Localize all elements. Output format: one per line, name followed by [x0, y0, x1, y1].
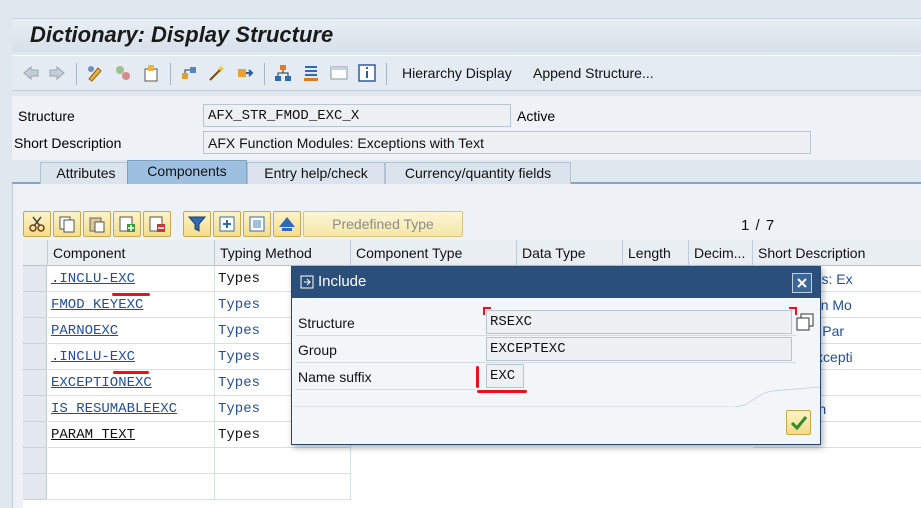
dialog-title: Include [318, 273, 367, 290]
dialog-structure-label: Structure [298, 315, 355, 331]
delete-row-icon [149, 216, 165, 232]
short-description-field[interactable]: AFX Function Modules: Exceptions with Te… [203, 131, 811, 154]
column-header-typing-method[interactable]: Typing Method [215, 240, 351, 266]
annotation-underline [113, 371, 149, 374]
paste-icon [89, 217, 105, 233]
paste-button[interactable] [83, 211, 111, 237]
dialog-title-bar: Include [292, 267, 820, 298]
structure-label: Structure [18, 108, 75, 124]
row-selector[interactable] [23, 266, 47, 292]
collapse-icon [249, 216, 265, 232]
annotation-corner [483, 307, 491, 315]
divider [296, 335, 796, 336]
table-cell-empty[interactable] [48, 474, 215, 500]
dialog-structure-field[interactable]: RSEXC [486, 310, 792, 334]
structure-field[interactable]: AFX_STR_FMOD_EXC_X [203, 104, 511, 127]
forward-arrow-icon[interactable] [48, 64, 66, 82]
application-toolbar: Hierarchy Display Append Structure... [12, 55, 921, 91]
pager: 1 / 7 [741, 217, 775, 234]
info-icon[interactable] [358, 64, 376, 82]
tab-attributes[interactable]: Attributes [40, 162, 132, 184]
filter-icon [188, 216, 206, 232]
table-cell-component[interactable]: IS_RESUMABLEEXC [48, 396, 215, 422]
annotation-underline [112, 293, 150, 296]
table-cell-empty[interactable] [48, 448, 215, 474]
append-structure-button[interactable]: Append Structure... [533, 65, 654, 81]
table-cell-component[interactable]: .INCLU-EXC [48, 266, 215, 292]
delete-row-button[interactable] [143, 211, 171, 237]
annotation-bracket [476, 366, 479, 388]
copy-button[interactable] [53, 211, 81, 237]
cut-button[interactable] [23, 211, 51, 237]
row-selector[interactable] [23, 422, 47, 448]
table-cell-component[interactable]: PARNOEXC [48, 318, 215, 344]
dialog-window-icon [300, 275, 314, 289]
close-icon [797, 278, 807, 288]
back-arrow-icon[interactable] [22, 64, 40, 82]
include-dialog: Include Structure RSEXC Group EXCEPTEXC … [291, 266, 821, 445]
other-object-icon[interactable] [208, 64, 226, 82]
column-header-component[interactable]: Component [48, 240, 215, 266]
select-all-header[interactable] [23, 240, 48, 266]
status-text: Active [517, 108, 556, 124]
collapse-button[interactable] [243, 211, 271, 237]
list-icon[interactable] [302, 64, 320, 82]
column-header-decimals[interactable]: Decim... [689, 240, 753, 266]
activate-icon[interactable] [180, 64, 198, 82]
header-form: Structure AFX_STR_FMOD_EXC_X Active Shor… [12, 96, 921, 160]
dialog-group-label: Group [298, 342, 337, 358]
dialog-separator-curve [292, 386, 820, 407]
pager-current: 1 [741, 217, 751, 234]
column-header-data-type[interactable]: Data Type [517, 240, 623, 266]
copy-icon[interactable] [796, 313, 814, 331]
expand-icon [219, 216, 235, 232]
dialog-name-suffix-label: Name suffix [298, 369, 372, 385]
annotation-underline [477, 390, 527, 393]
column-header-short-description[interactable]: Short Description [753, 240, 921, 266]
predefined-type-button[interactable]: Predefined Type [303, 211, 463, 237]
where-used-icon[interactable] [114, 64, 132, 82]
table-cell-empty[interactable] [215, 448, 351, 474]
hierarchy-icon[interactable] [274, 64, 292, 82]
title-bar: Dictionary: Display Structure [12, 18, 921, 52]
column-header-length[interactable]: Length [623, 240, 689, 266]
tab-strip: Attributes Components Entry help/check C… [12, 160, 921, 184]
hierarchy-display-button[interactable]: Hierarchy Display [402, 65, 512, 81]
scissors-icon [29, 216, 45, 232]
copy-icon [59, 216, 75, 233]
tab-components[interactable]: Components [127, 160, 247, 184]
row-selector[interactable] [23, 344, 47, 370]
expand-button[interactable] [213, 211, 241, 237]
layout-icon[interactable] [330, 64, 348, 82]
pager-total: 7 [765, 217, 776, 234]
divider [296, 362, 796, 363]
test-icon[interactable] [236, 64, 254, 82]
sort-button[interactable] [273, 211, 301, 237]
filter-button[interactable] [183, 211, 211, 237]
dialog-group-field[interactable]: EXCEPTEXC [486, 337, 792, 361]
table-cell-empty[interactable] [215, 474, 351, 500]
display-change-icon[interactable] [86, 64, 104, 82]
row-selector[interactable] [23, 292, 47, 318]
check-icon[interactable] [142, 64, 160, 82]
row-selector[interactable] [23, 396, 47, 422]
table-cell-component[interactable]: PARAM_TEXT [48, 422, 215, 448]
row-selector[interactable] [23, 370, 47, 396]
sort-up-icon [279, 217, 295, 231]
short-description-label: Short Description [14, 135, 122, 151]
page-title: Dictionary: Display Structure [30, 22, 334, 47]
close-button[interactable] [792, 273, 812, 293]
tab-entry-help-check[interactable]: Entry help/check [247, 162, 385, 184]
insert-row-icon [119, 216, 135, 232]
row-selector[interactable] [23, 318, 47, 344]
confirm-button[interactable] [786, 410, 811, 435]
tab-currency-quantity-fields[interactable]: Currency/quantity fields [385, 162, 571, 184]
insert-row-button[interactable] [113, 211, 141, 237]
row-selector[interactable] [23, 474, 47, 500]
table-cell-component[interactable]: .INCLU-EXC [48, 344, 215, 370]
column-header-component-type[interactable]: Component Type [351, 240, 517, 266]
row-selector[interactable] [23, 448, 47, 474]
pager-separator: / [755, 217, 761, 234]
checkmark-icon [790, 416, 808, 431]
